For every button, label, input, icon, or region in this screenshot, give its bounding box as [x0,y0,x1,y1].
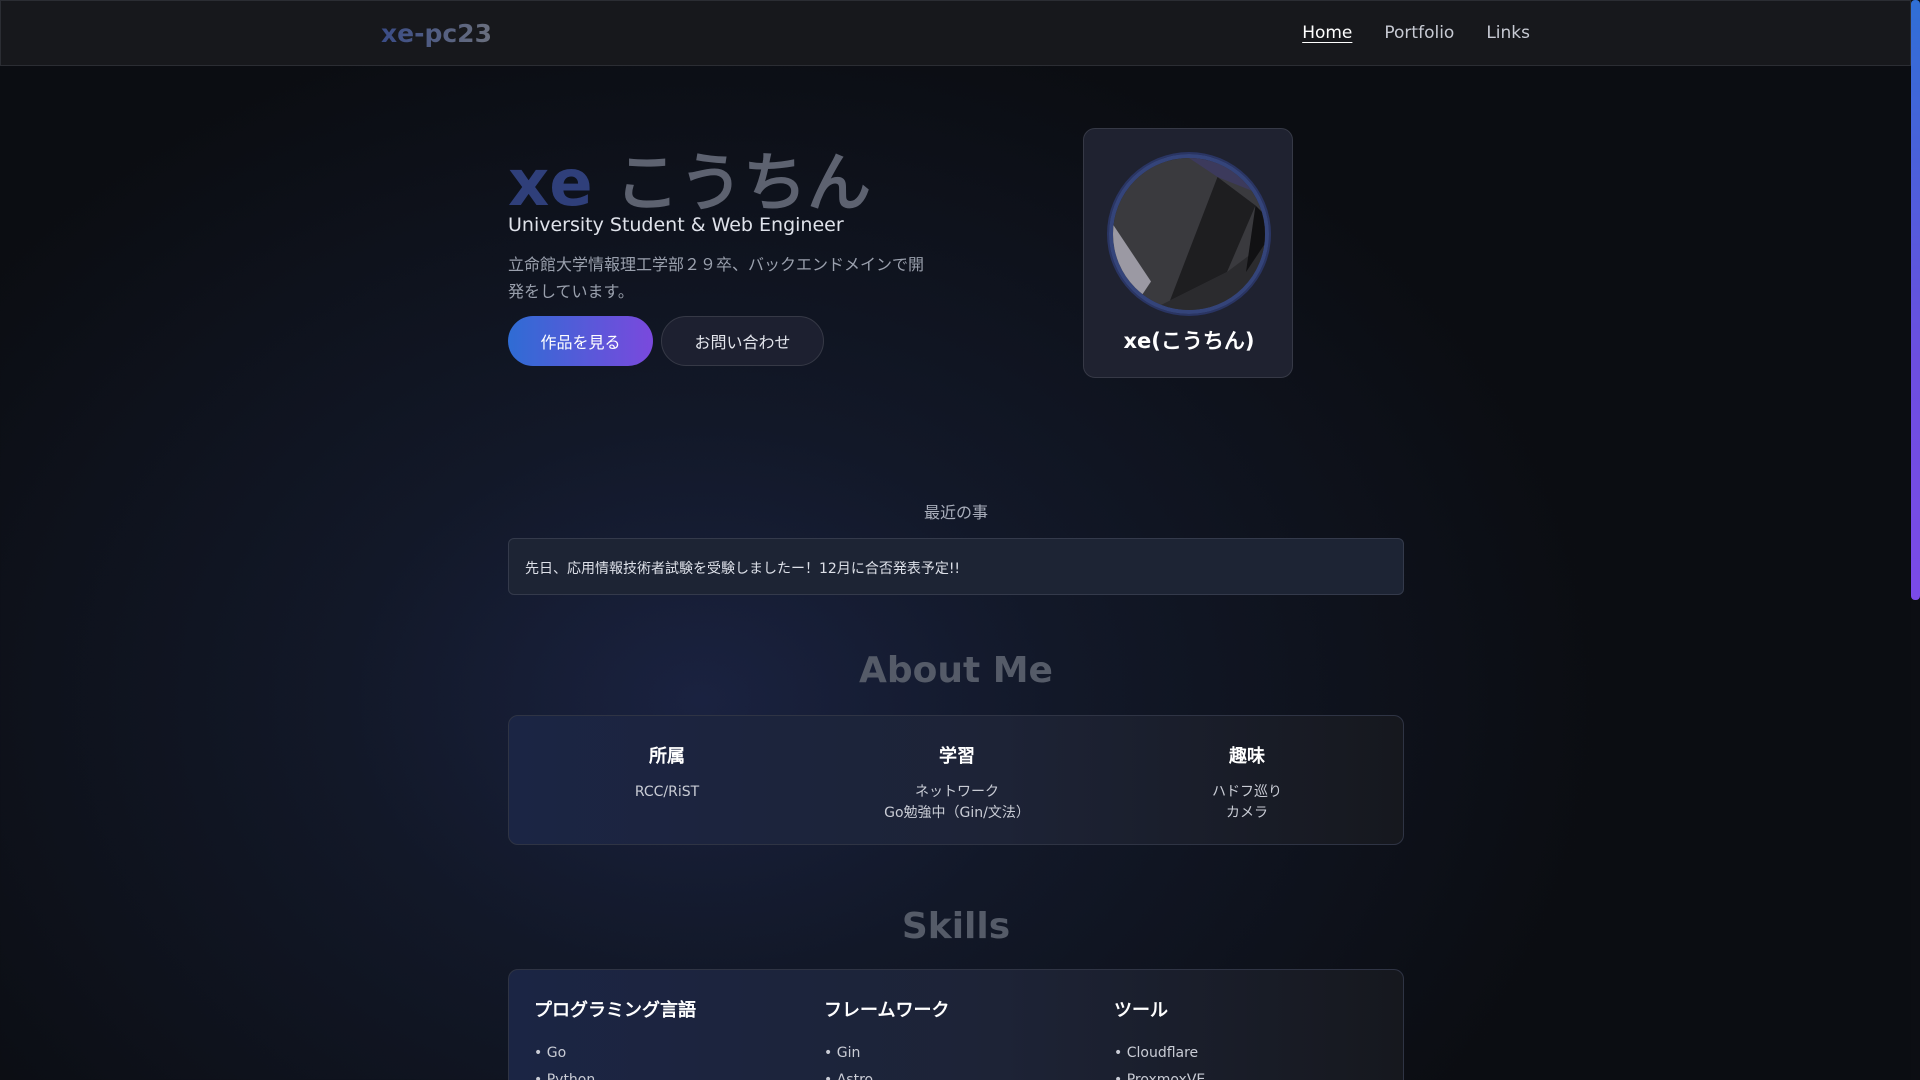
about-hobby-value: ハドフ巡り カメラ [1102,782,1392,824]
skills-tools-title: ツール [1114,1000,1168,1021]
site-brand[interactable]: xe-pc23 [381,19,492,48]
view-works-button[interactable]: 作品を見る [508,316,653,366]
nav-link-portfolio[interactable]: Portfolio [1384,23,1454,43]
recent-message: 先日、応用情報技術者試験を受験しましたー！12月に合否発表予定!! [508,538,1404,595]
hero-description: 立命館大学情報理工学部２９卒、バックエンドメインで開発をしています。 [508,255,925,301]
about-hobby: 趣味 ハドフ巡りカメラ [1102,742,1392,824]
skills-card: プログラミング言語 Go Python フレームワーク Gin Astro ツー… [508,969,1404,1080]
list-item: Python [534,1067,794,1080]
about-learning: 学習 ネットワーク Go勉強中（Gin/文法） [812,742,1102,824]
about-hobby-line: カメラ [1226,805,1268,821]
list-item: ProxmoxVE [1114,1067,1374,1080]
list-item: Cloudflare [1114,1040,1374,1067]
about-hobby-title: 趣味 [1229,746,1265,767]
skills-title: Skills [901,906,1011,947]
profile-name: xe(こうちん) [1123,329,1255,353]
avatar [1109,154,1269,314]
about-affiliation: 所属 RCC/RiST [522,742,812,803]
list-item: Go [534,1040,794,1067]
main-nav: Home Portfolio Links [1302,23,1530,43]
skills-frameworks: フレームワーク Gin Astro [824,996,1084,1080]
about-title: About Me [859,650,1053,691]
skills-frameworks-title: フレームワーク [824,1000,950,1021]
profile-card: xe(こうちん) [1083,128,1293,378]
scrollbar-thumb[interactable] [1911,0,1920,600]
hero-role: University Student & Web Engineer [508,214,844,236]
about-learning-line: Go勉強中（Gin/文法） [884,805,1030,821]
about-learning-value: ネットワーク Go勉強中（Gin/文法） [812,782,1102,824]
list-item: Gin [824,1040,1084,1067]
list-item: Astro [824,1067,1084,1080]
skills-tools-list: Cloudflare ProxmoxVE [1114,1040,1374,1080]
skills-languages: プログラミング言語 Go Python [534,996,794,1080]
hero-name: xe こうちん [508,132,871,224]
skills-tools: ツール Cloudflare ProxmoxVE [1114,996,1374,1080]
skills-frameworks-list: Gin Astro [824,1040,1084,1080]
contact-button[interactable]: お問い合わせ [661,316,824,366]
page-scrollbar[interactable] [1911,0,1920,1080]
hero-name-last: こうちん [614,147,871,221]
nav-link-home[interactable]: Home [1302,23,1352,43]
about-card: 所属 RCC/RiST 学習 ネットワーク Go勉強中（Gin/文法） 趣味 ハド… [508,715,1404,845]
about-learning-title: 学習 [939,746,975,767]
avatar-image [1113,158,1265,310]
about-hobby-line: ハドフ巡り [1212,784,1282,800]
top-navigation-bar: xe-pc23 Home Portfolio Links [0,0,1911,66]
nav-link-links[interactable]: Links [1486,23,1530,43]
about-affiliation-value: RCC/RiST [634,784,700,800]
recent-heading: 最近の事 [923,503,988,522]
skills-languages-list: Go Python [534,1040,794,1080]
hero-name-first: xe [508,147,593,221]
about-learning-line: ネットワーク [915,784,999,800]
about-affiliation-title: 所属 [649,746,685,767]
skills-languages-title: プログラミング言語 [534,1000,696,1021]
